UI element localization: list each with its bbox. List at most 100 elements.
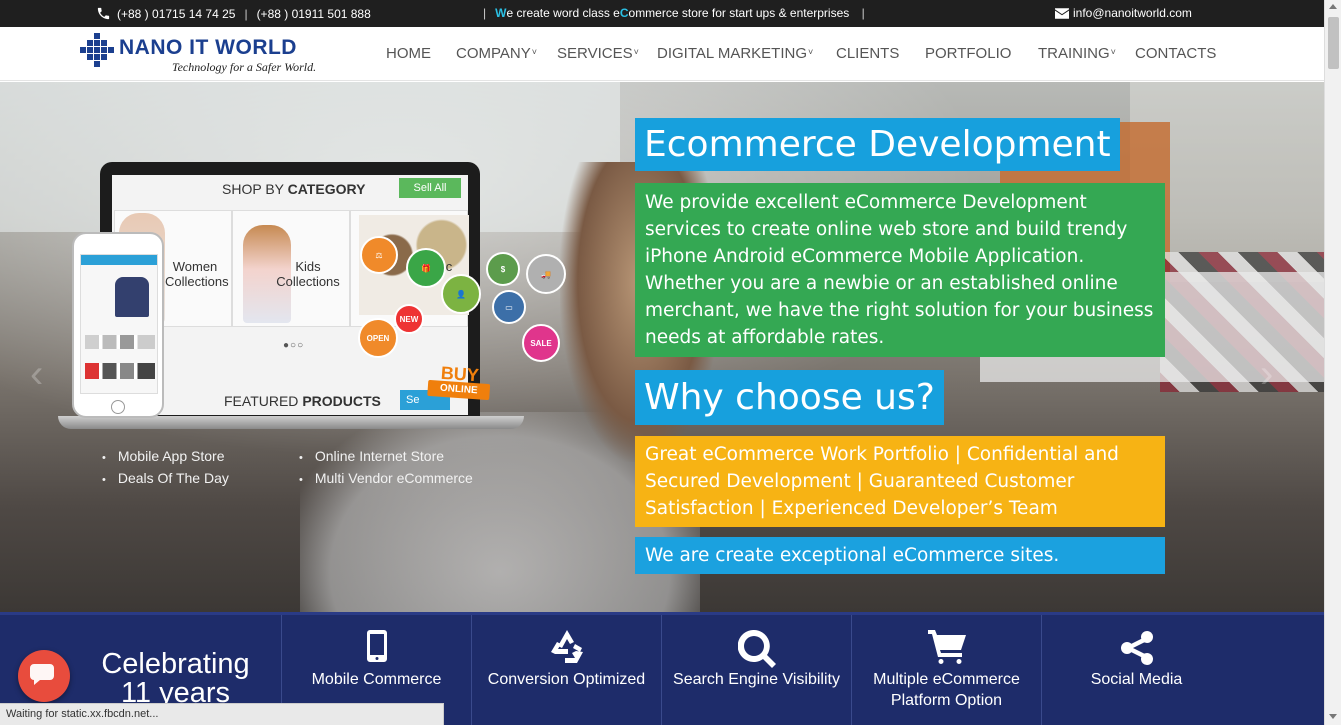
carousel-dots: ●○○ — [283, 340, 305, 351]
top-contact-bar: (+88 ) 01715 14 74 25 | (+88 ) 01911 501… — [0, 0, 1324, 27]
phone-icon — [97, 7, 110, 20]
nav-digital-marketing[interactable]: DIGITAL MARKETING ˅ — [657, 45, 813, 62]
tagline-highlight-c: C — [619, 6, 629, 20]
feature-multiple-platform[interactable]: Multiple eCommerce Platform Option — [851, 615, 1041, 725]
shop-by-category-title: SHOP BY CATEGORY — [222, 181, 365, 197]
chat-widget-button[interactable] — [18, 650, 70, 702]
chevron-down-icon: ˅ — [633, 47, 639, 57]
page-scrollbar[interactable] — [1324, 0, 1341, 725]
nav-training[interactable]: TRAINING ˅ — [1038, 45, 1116, 62]
feature-conversion-optimized[interactable]: Conversion Optimized — [471, 615, 661, 725]
nav-portfolio[interactable]: PORTFOLIO — [925, 45, 1011, 62]
nav-services[interactable]: SERVICES ˅ — [557, 45, 639, 62]
feature-item: Mobile App Store — [102, 448, 225, 464]
badge-open: OPEN — [366, 333, 390, 343]
shop-title-a: SHOP BY — [222, 181, 288, 197]
top-tagline: | We create word class eCommerce store fo… — [483, 6, 874, 20]
nav-training-label: TRAINING — [1038, 45, 1110, 62]
logo-name: NANO IT WORLD — [119, 36, 297, 59]
nav-services-label: SERVICES — [557, 45, 633, 62]
email-contact[interactable]: info@nanoitworld.com — [1055, 6, 1192, 20]
buy-online-cart-icon: BUY ONLINE — [427, 363, 492, 408]
site-logo[interactable]: NANO IT WORLD Technology for a Safer Wor… — [80, 31, 320, 77]
feature-item: Deals Of The Day — [102, 470, 229, 486]
feature-item: Multi Vendor eCommerce — [299, 470, 473, 486]
celebrate-line-1: Celebrating — [101, 648, 250, 680]
shop-title-b: CATEGORY — [287, 181, 366, 197]
category-women-label: Women Collections — [165, 259, 229, 289]
hero-title-why: Why choose us? — [635, 370, 944, 425]
feature-item: Online Internet Store — [299, 448, 444, 464]
chevron-down-icon: ˅ — [531, 47, 537, 57]
nav-contacts[interactable]: CONTACTS — [1135, 45, 1216, 62]
feature-label: Conversion Optimized — [487, 671, 646, 688]
scroll-up-icon[interactable] — [1329, 4, 1337, 9]
envelope-icon — [1055, 7, 1069, 19]
phone-contacts: (+88 ) 01715 14 74 25 | (+88 ) 01911 501… — [96, 6, 371, 21]
chevron-down-icon: ˅ — [1110, 47, 1116, 57]
nav-contacts-label: CONTACTS — [1135, 45, 1217, 62]
cart-icon — [927, 630, 966, 664]
sale-bubble-icon: SALE — [522, 324, 560, 362]
search-icon — [737, 630, 776, 668]
phone-products-row — [85, 335, 155, 349]
phone-number-1[interactable]: (+88 ) 01715 14 74 25 — [117, 7, 235, 21]
hero-tagline-box: We are create exceptional eCommerce site… — [635, 537, 1165, 574]
slider-next-arrow[interactable]: › — [1260, 352, 1273, 397]
truck-bubble-icon: 🚚 — [526, 254, 566, 294]
phone-home-button — [111, 400, 125, 414]
email-link[interactable]: info@nanoitworld.com — [1073, 6, 1192, 20]
share-icon — [1120, 631, 1153, 665]
phone-topbar — [81, 255, 157, 265]
featured-b: PRODUCTS — [302, 393, 381, 409]
support-bubble-icon: 👤 — [441, 274, 481, 314]
nav-home[interactable]: HOME — [386, 45, 431, 62]
browser-status-bar: Waiting for static.xx.fbcdn.net... — [0, 703, 444, 725]
feature-label: Multiple eCommerce Platform Option — [873, 671, 1020, 709]
nav-portfolio-label: PORTFOLIO — [925, 45, 1012, 62]
nav-company[interactable]: COMPANY ˅ — [456, 45, 537, 62]
nav-clients-label: CLIENTS — [836, 45, 900, 62]
category-kids: Kids Collections — [232, 210, 350, 327]
nav-company-label: COMPANY — [456, 45, 531, 62]
scroll-down-icon[interactable] — [1329, 714, 1337, 719]
tagline-highlight-w: W — [495, 6, 507, 20]
online-label: ONLINE — [427, 379, 491, 401]
open-bubble-icon: OPEN — [358, 318, 398, 358]
logo-slogan: Technology for a Safer World. — [172, 60, 317, 74]
feature-social-media[interactable]: Social Media — [1041, 615, 1231, 725]
new-bubble-icon: NEW — [394, 304, 424, 334]
main-navbar: NANO IT WORLD Technology for a Safer Wor… — [0, 27, 1324, 81]
hero-title-ecommerce: Ecommerce Development — [635, 118, 1120, 171]
phone-number-2[interactable]: (+88 ) 01911 501 888 — [257, 7, 371, 21]
nav-home-label: HOME — [386, 45, 431, 62]
phone-graphic — [72, 232, 164, 418]
featured-a: FEATURED — [224, 393, 303, 409]
tagline-bar-left: | — [483, 6, 487, 20]
separator: | — [244, 6, 248, 21]
recycle-icon — [550, 630, 583, 663]
feature-search-engine[interactable]: Search Engine Visibility — [661, 615, 851, 725]
mobile-icon — [366, 630, 387, 662]
gift-bubble-icon: 🎁 — [406, 248, 446, 288]
logo-mark-icon — [80, 33, 114, 67]
why-choose-list: Great eCommerce Work Portfolio | Confide… — [635, 436, 1165, 527]
phone-screen — [80, 254, 158, 394]
gavel-bubble-icon: ⚖ — [360, 236, 398, 274]
tagline-text-2: ommerce store for start ups & enterprise… — [628, 6, 850, 20]
badge-new: NEW — [399, 314, 419, 324]
phone-model-image — [115, 277, 149, 317]
slider-prev-arrow[interactable]: ‹ — [30, 352, 43, 397]
scroll-thumb[interactable] — [1328, 17, 1339, 69]
hero-slider: ‹ › SHOP BY CATEGORY Sell All Women Coll… — [0, 82, 1324, 612]
feature-label: Social Media — [1090, 671, 1183, 688]
badge-sale: SALE — [530, 338, 552, 348]
money-bubble-icon: $ — [486, 252, 520, 286]
hero-description: We provide excellent eCommerce Developme… — [635, 183, 1165, 357]
tagline-text-1: e create word class e — [506, 6, 620, 20]
chevron-down-icon: ˅ — [808, 47, 814, 57]
nav-clients[interactable]: CLIENTS — [836, 45, 899, 62]
feature-label: Mobile Commerce — [311, 671, 442, 688]
chat-bubble-icon — [30, 664, 54, 685]
featured-products-title: FEATURED PRODUCTS — [224, 393, 381, 409]
